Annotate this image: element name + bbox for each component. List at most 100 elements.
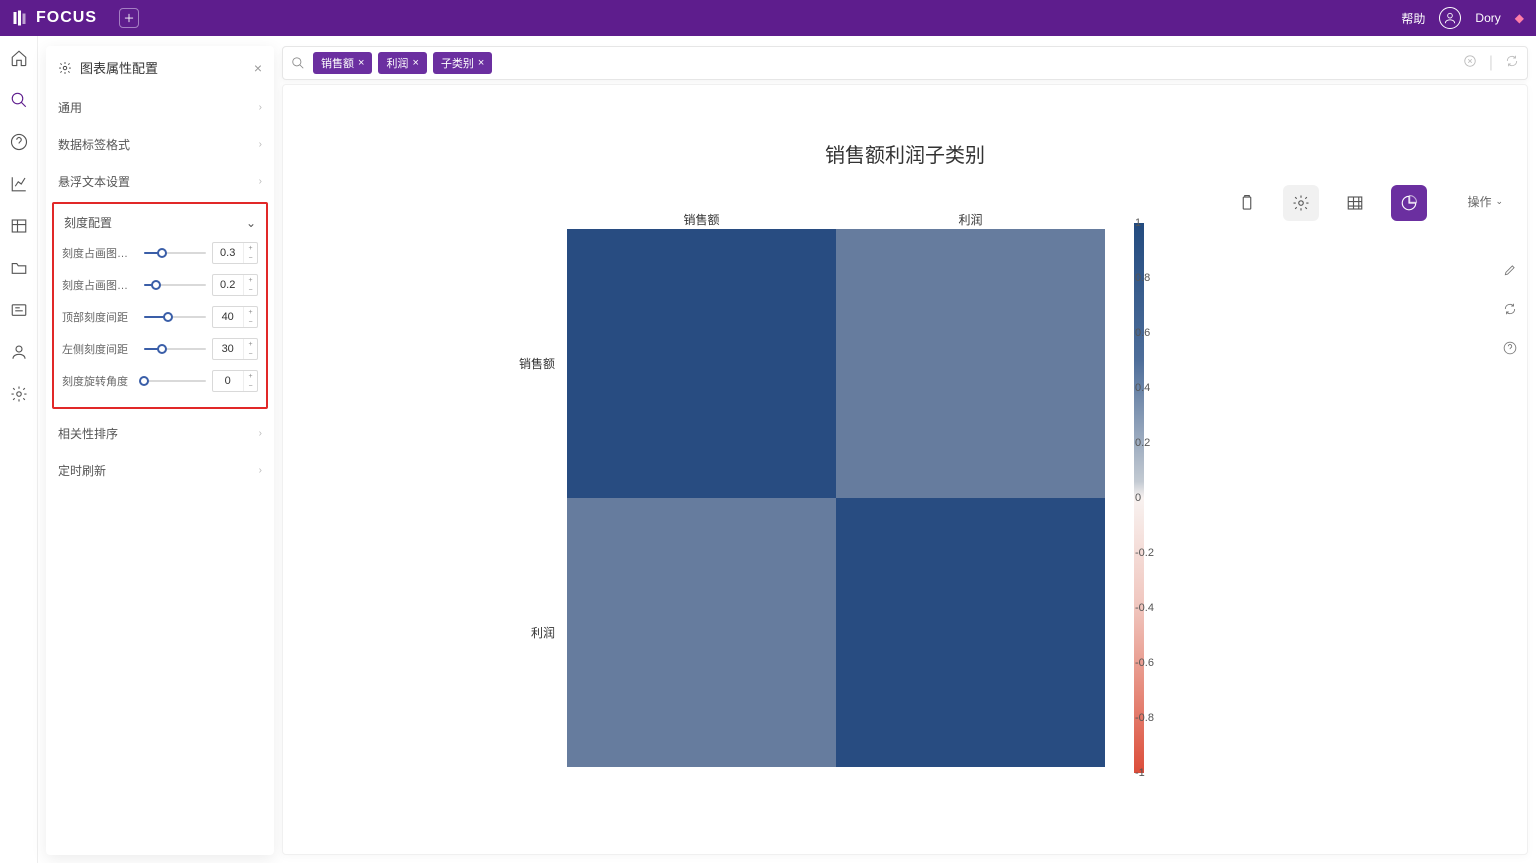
panel-close[interactable]: ×	[254, 60, 262, 76]
color-legend: 10.80.60.40.20-0.2-0.4-0.6-0.8-1	[1119, 223, 1159, 773]
spin-down[interactable]: −	[244, 381, 257, 391]
gear-icon	[10, 385, 28, 403]
section-item[interactable]: 数据标签格式›	[46, 126, 274, 163]
heatmap	[567, 229, 1105, 767]
panel-title: 图表属性配置	[80, 58, 158, 77]
chevron-right-icon: ›	[259, 139, 262, 150]
refresh-btn[interactable]	[1505, 54, 1519, 73]
section-item[interactable]: 悬浮文本设置›	[46, 163, 274, 200]
legend-tick: -0.8	[1135, 712, 1154, 724]
scale-spinner[interactable]: +−	[212, 306, 258, 328]
rail-chart[interactable]	[9, 174, 29, 194]
scale-config-highlight: 刻度配置 ⌄ 刻度占画图区域...+−刻度占画图区域...+−顶部刻度间距+−左…	[52, 202, 268, 409]
query-pill[interactable]: 利润 ×	[378, 52, 426, 74]
clipboard-icon	[1238, 194, 1256, 212]
scale-spinner[interactable]: +−	[212, 338, 258, 360]
legend-tick: 0.2	[1135, 437, 1150, 449]
spin-up[interactable]: +	[244, 243, 257, 253]
scale-slider[interactable]	[144, 247, 206, 259]
scale-slider[interactable]	[144, 375, 206, 387]
edit-icon	[1503, 263, 1517, 277]
rail-card[interactable]	[9, 300, 29, 320]
section-item[interactable]: 通用›	[46, 89, 274, 126]
tool-edit[interactable]	[1503, 263, 1517, 282]
section-label: 相关性排序	[58, 425, 118, 442]
legend-tick: -1	[1135, 767, 1145, 779]
spin-up[interactable]: +	[244, 275, 257, 285]
action-chart-type[interactable]	[1391, 185, 1427, 221]
query-pill[interactable]: 子类别 ×	[433, 52, 492, 74]
scale-input[interactable]	[213, 311, 243, 323]
row-label-0: 销售额	[515, 229, 555, 498]
rail-search[interactable]	[9, 90, 29, 110]
hm-cell-1-1[interactable]	[836, 498, 1105, 767]
pill-close-icon[interactable]: ×	[412, 57, 418, 69]
scale-row: 刻度占画图区域... +−	[58, 237, 262, 269]
section-item[interactable]: 相关性排序›	[46, 415, 274, 452]
user-icon	[10, 343, 28, 361]
chevron-down-icon: ⌄	[246, 216, 256, 230]
spin-down[interactable]: −	[244, 349, 257, 359]
legend-tick: 0.8	[1135, 272, 1150, 284]
logo-icon	[12, 9, 30, 27]
action-clipboard[interactable]	[1229, 185, 1265, 221]
close-circle-icon	[1463, 54, 1477, 68]
action-settings[interactable]	[1283, 185, 1319, 221]
section-label: 定时刷新	[58, 462, 106, 479]
table-icon	[10, 217, 28, 235]
tool-reload[interactable]	[1503, 302, 1517, 321]
hm-cell-0-1[interactable]	[836, 229, 1105, 498]
chart-action-bar	[1229, 185, 1427, 221]
scale-input[interactable]	[213, 375, 243, 387]
scale-input[interactable]	[213, 343, 243, 355]
rail-table[interactable]	[9, 216, 29, 236]
clear-query-btn[interactable]	[1463, 54, 1477, 73]
hm-cell-0-0[interactable]	[567, 229, 836, 498]
spin-down[interactable]: −	[244, 285, 257, 295]
help-link[interactable]: 帮助	[1401, 10, 1425, 27]
spin-up[interactable]: +	[244, 339, 257, 349]
tool-help[interactable]	[1503, 341, 1517, 360]
scale-spinner[interactable]: +−	[212, 242, 258, 264]
pill-close-icon[interactable]: ×	[358, 57, 364, 69]
spin-up[interactable]: +	[244, 307, 257, 317]
row-label-1: 利润	[515, 498, 555, 767]
ops-dropdown[interactable]: 操作 ⌄	[1467, 193, 1503, 210]
legend-tick: -0.4	[1135, 602, 1154, 614]
pill-label: 子类别	[441, 55, 474, 71]
ops-label: 操作	[1467, 193, 1491, 210]
query-pill[interactable]: 销售额×	[313, 52, 372, 74]
hm-cell-1-0[interactable]	[567, 498, 836, 767]
scale-input[interactable]	[213, 279, 243, 291]
search-icon-btn[interactable]	[291, 56, 305, 70]
rail-home[interactable]	[9, 48, 29, 68]
scale-spinner[interactable]: +−	[212, 274, 258, 296]
rail-help[interactable]	[9, 132, 29, 152]
scale-slider[interactable]	[144, 311, 206, 323]
scale-slider[interactable]	[144, 343, 206, 355]
legend-tick: 0.6	[1135, 327, 1150, 339]
spin-down[interactable]: −	[244, 317, 257, 327]
scale-input[interactable]	[213, 247, 243, 259]
section-item[interactable]: 定时刷新›	[46, 452, 274, 489]
new-button[interactable]	[119, 8, 139, 28]
refresh-icon	[1505, 54, 1519, 68]
pill-label: 利润	[386, 55, 408, 71]
help-icon	[1503, 341, 1517, 355]
avatar[interactable]	[1439, 7, 1461, 29]
pill-close-icon[interactable]: ×	[478, 57, 484, 69]
rail-settings[interactable]	[9, 384, 29, 404]
action-table[interactable]	[1337, 185, 1373, 221]
rail-folder[interactable]	[9, 258, 29, 278]
scale-slider[interactable]	[144, 279, 206, 291]
spin-up[interactable]: +	[244, 371, 257, 381]
brand-text: FOCUS	[36, 9, 97, 27]
chevron-right-icon: ›	[259, 102, 262, 113]
rail-user[interactable]	[9, 342, 29, 362]
legend-tick: -0.2	[1135, 547, 1154, 559]
spin-down[interactable]: −	[244, 253, 257, 263]
col-label-0: 销售额	[567, 211, 836, 228]
scale-row-label: 刻度占画图区域...	[62, 245, 138, 261]
scale-spinner[interactable]: +−	[212, 370, 258, 392]
scale-config-header[interactable]: 刻度配置 ⌄	[58, 210, 262, 237]
